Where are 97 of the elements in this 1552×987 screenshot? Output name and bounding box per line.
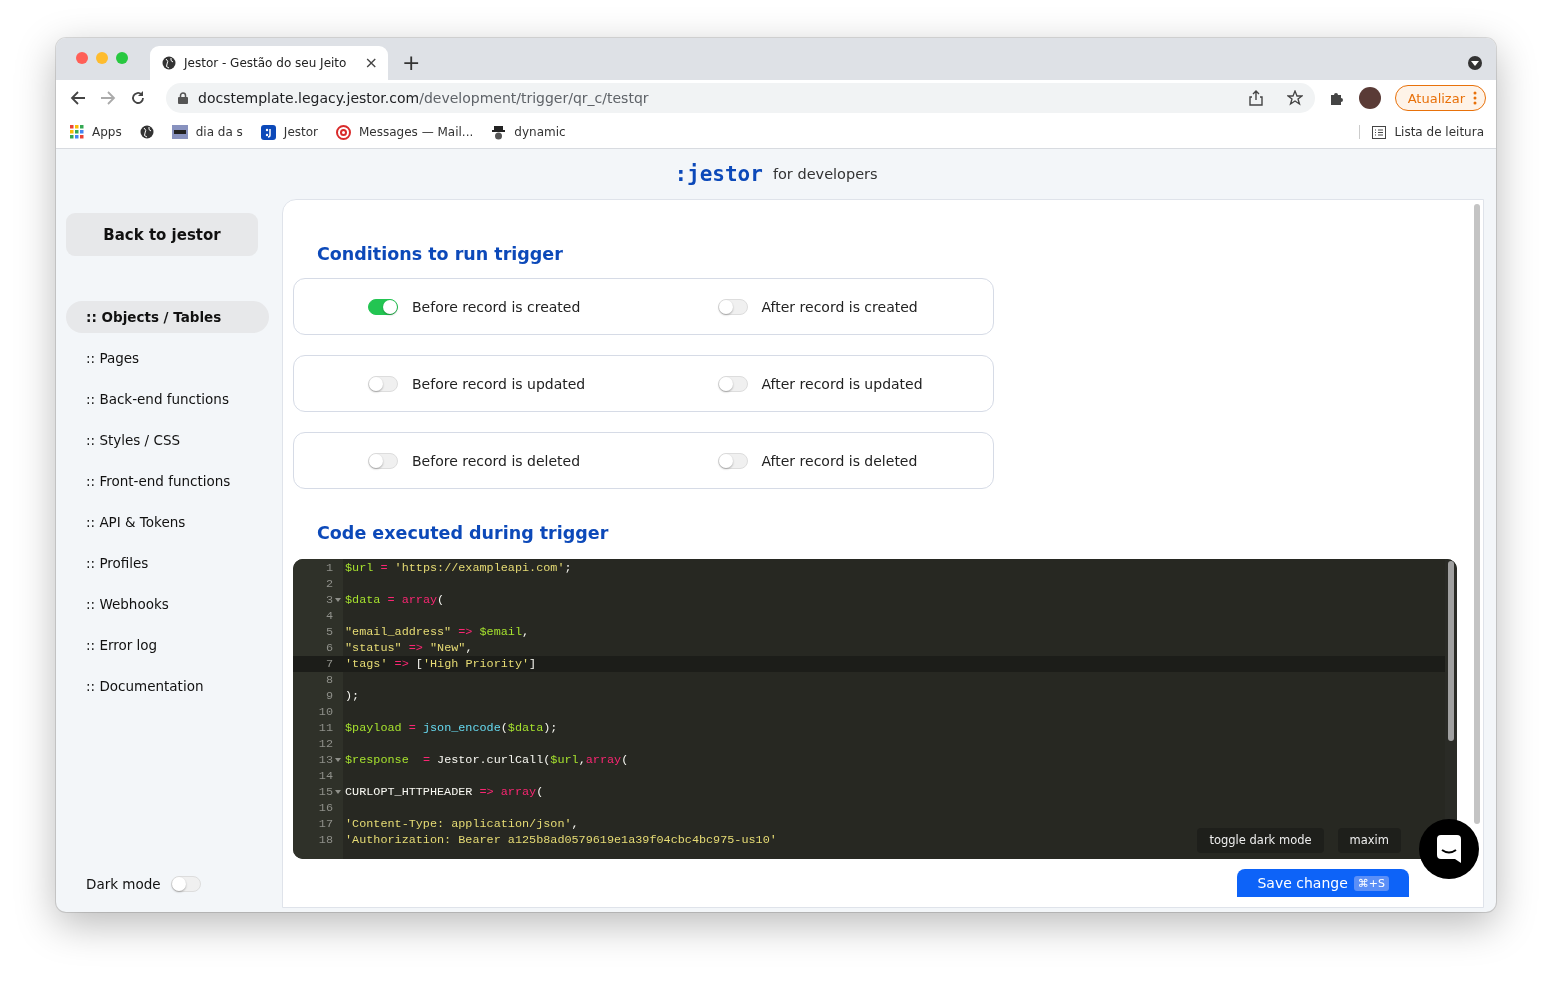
code-line: CURLOPT_HTTPHEADER => array( bbox=[345, 785, 544, 799]
condition-label: After record is created bbox=[761, 298, 918, 315]
line-number: 16 bbox=[318, 801, 333, 815]
toggle-switch[interactable] bbox=[368, 452, 398, 469]
close-window-button[interactable] bbox=[76, 52, 88, 64]
bookmark-link[interactable]: Jestor bbox=[260, 124, 318, 140]
forward-arrow-icon[interactable] bbox=[100, 90, 116, 106]
sidebar-item[interactable]: :: API & Tokens bbox=[66, 506, 269, 538]
section-heading: Code executed during trigger bbox=[317, 523, 610, 543]
toggle-switch[interactable] bbox=[717, 298, 748, 315]
lock-icon bbox=[178, 92, 188, 104]
back-arrow-icon[interactable] bbox=[70, 90, 86, 106]
php-icon bbox=[171, 125, 188, 139]
line-number: 10 bbox=[318, 705, 333, 719]
condition-label: Before record is created bbox=[412, 298, 581, 315]
jestor-logo-icon bbox=[260, 124, 276, 140]
toggle-switch[interactable] bbox=[717, 375, 748, 392]
url-text: docstemplate.legacy.jestor.com/development/trigger/qr_c/testqr bbox=[198, 90, 649, 106]
line-number: 2 bbox=[325, 577, 333, 591]
code-line: ); bbox=[345, 689, 360, 703]
fold-arrow-icon[interactable] bbox=[335, 598, 341, 602]
close-tab-button[interactable]: × bbox=[364, 55, 378, 71]
code-line: "email_address" => $email, bbox=[345, 625, 530, 639]
dark-mode-label: Dark mode bbox=[86, 876, 161, 892]
toggle-dark-mode-button[interactable]: toggle dark mode bbox=[1197, 828, 1324, 853]
maximize-button[interactable]: maxim bbox=[1337, 828, 1401, 853]
fold-arrow-icon[interactable] bbox=[335, 758, 341, 762]
target-icon bbox=[336, 124, 351, 140]
list-icon bbox=[1372, 125, 1387, 139]
spy-icon bbox=[491, 124, 507, 140]
sidebar-item[interactable]: :: Documentation bbox=[66, 670, 269, 702]
line-number: 13 bbox=[318, 753, 333, 767]
header-subtitle: for developers bbox=[772, 166, 878, 182]
sidebar-item[interactable]: :: Back-end functions bbox=[66, 383, 269, 415]
line-number: 3 bbox=[325, 593, 333, 607]
fold-arrow-icon[interactable] bbox=[335, 790, 341, 794]
star-icon[interactable] bbox=[1286, 90, 1303, 106]
reading-list-button[interactable]: Lista de leitura bbox=[1359, 125, 1484, 139]
line-number: 7 bbox=[325, 657, 333, 671]
toggle-switch[interactable] bbox=[368, 375, 398, 392]
line-number: 4 bbox=[325, 609, 333, 623]
code-line: $url = 'https://exampleapi.com'; bbox=[345, 561, 572, 575]
globe-icon bbox=[139, 125, 154, 139]
line-number: 18 bbox=[318, 833, 333, 847]
sidebar-item[interactable]: :: Error log bbox=[66, 629, 269, 661]
toggle-switch[interactable] bbox=[717, 452, 748, 469]
sidebar-item[interactable]: :: Profiles bbox=[66, 547, 269, 579]
condition-label: Before record is deleted bbox=[412, 452, 581, 469]
sidebar-item[interactable]: :: Pages bbox=[66, 342, 269, 374]
address-bar[interactable]: docstemplate.legacy.jestor.com/development/trigger/qr_c/testqr bbox=[166, 83, 1315, 113]
new-tab-button[interactable]: + bbox=[402, 52, 421, 74]
condition-label: Before record is updated bbox=[412, 375, 586, 392]
bookmark-link[interactable]: Messages — Mail... bbox=[336, 124, 474, 140]
line-number: 1 bbox=[325, 561, 333, 575]
line-number: 12 bbox=[318, 737, 333, 751]
condition-label: After record is updated bbox=[761, 375, 923, 392]
line-number: 9 bbox=[325, 689, 333, 703]
bookmark-link[interactable]: dia da s bbox=[171, 125, 243, 139]
browser-tab[interactable]: Jestor - Gestão do seu Jeito × bbox=[150, 46, 388, 80]
code-editor[interactable] bbox=[293, 559, 1457, 859]
sidebar-item[interactable]: :: Webhooks bbox=[66, 588, 269, 620]
tab-title: Jestor - Gestão do seu Jeito bbox=[184, 56, 348, 70]
tab-search-button[interactable] bbox=[1468, 56, 1482, 70]
line-number: 5 bbox=[325, 625, 333, 639]
back-button[interactable]: Back to jestor bbox=[66, 213, 258, 256]
puzzle-icon[interactable] bbox=[1328, 90, 1345, 106]
jestor-logo: :jestor bbox=[674, 162, 763, 186]
code-line: $response = Jestor.curlCall($url,array( bbox=[345, 753, 629, 767]
sidebar-item[interactable]: :: Front-end functions bbox=[66, 465, 269, 497]
globe-icon bbox=[162, 56, 176, 70]
section-heading: Conditions to run trigger bbox=[317, 244, 564, 264]
toggle-switch[interactable] bbox=[368, 298, 398, 315]
code-line: $payload = json_encode($data); bbox=[345, 721, 558, 735]
share-icon[interactable] bbox=[1248, 90, 1263, 106]
line-number: 6 bbox=[325, 641, 333, 655]
line-number: 11 bbox=[318, 721, 333, 735]
line-number: 15 bbox=[318, 785, 333, 799]
code-line: "status" => "New", bbox=[345, 641, 473, 655]
sidebar-item[interactable]: :: Objects / Tables bbox=[66, 301, 269, 333]
code-line: 'Authorization: Bearer a125b8ad0579619e1a39f04cbc4bc975-us10' bbox=[345, 833, 777, 847]
reload-icon[interactable] bbox=[130, 90, 146, 106]
profile-avatar[interactable] bbox=[1358, 87, 1381, 109]
condition-label: After record is deleted bbox=[761, 452, 918, 469]
line-number: 17 bbox=[318, 817, 333, 831]
code-line: 'Content-Type: application/json', bbox=[345, 817, 579, 831]
line-number: 14 bbox=[318, 769, 333, 783]
bookmark-link[interactable]: Apps bbox=[70, 125, 122, 139]
chat-bubble-button[interactable] bbox=[1419, 819, 1479, 879]
save-button[interactable]: Save change ⌘+S bbox=[1237, 869, 1409, 897]
bookmark-link[interactable]: dynamic bbox=[491, 124, 566, 140]
toggle-switch[interactable] bbox=[170, 876, 201, 892]
code-line: $data = array( bbox=[345, 593, 445, 607]
more-dots-icon[interactable] bbox=[1473, 91, 1477, 105]
code-line: 'tags' => ['High Priority'] bbox=[345, 657, 537, 671]
apps-grid-icon bbox=[70, 125, 84, 139]
line-number: 8 bbox=[325, 673, 333, 687]
sidebar-item[interactable]: :: Styles / CSS bbox=[66, 424, 269, 456]
